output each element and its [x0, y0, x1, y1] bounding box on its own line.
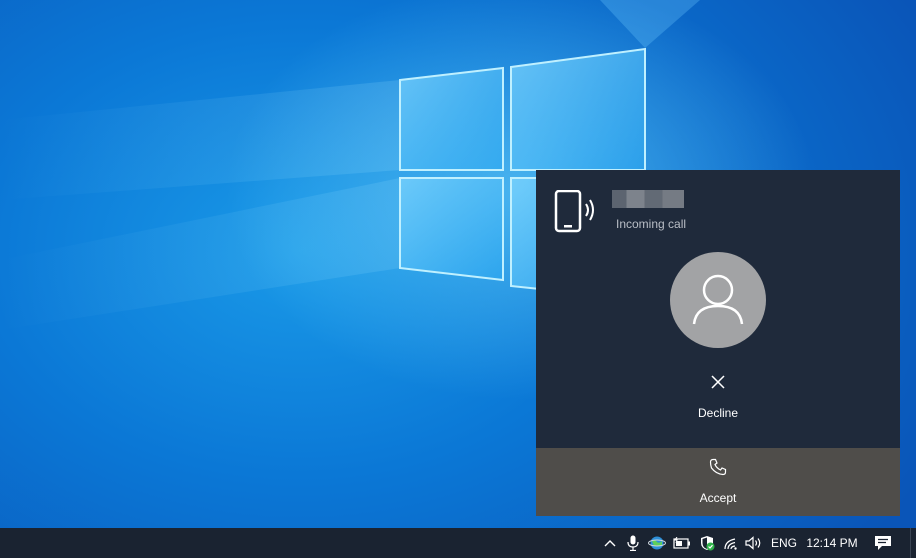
phone-icon: [709, 458, 727, 476]
close-icon: [711, 375, 725, 389]
windows-security-icon: [701, 536, 715, 551]
decline-button[interactable]: Decline: [536, 366, 900, 426]
microphone-icon: [627, 535, 639, 551]
decline-label: Decline: [697, 406, 739, 420]
phone-ringing-icon: [554, 190, 594, 233]
chevron-up-icon: [604, 540, 616, 547]
show-desktop-button[interactable]: [910, 528, 916, 558]
person-icon: [692, 274, 744, 325]
caller-name-redacted: [612, 190, 684, 208]
taskbar: ENG 12:14 PM: [0, 528, 916, 558]
caller-avatar: [670, 252, 766, 348]
network-tray-button[interactable]: [647, 528, 667, 558]
action-center-button[interactable]: [872, 528, 894, 558]
call-status-text: Incoming call: [616, 217, 687, 231]
battery-tray-button[interactable]: [672, 528, 692, 558]
show-hidden-icons-button[interactable]: [600, 528, 620, 558]
accept-button[interactable]: Accept: [536, 448, 900, 516]
volume-tray-button[interactable]: [744, 528, 764, 558]
wifi-icon: [724, 538, 737, 550]
wifi-tray-button[interactable]: [721, 528, 741, 558]
microphone-tray-button[interactable]: [624, 528, 642, 558]
input-language-indicator[interactable]: ENG: [768, 528, 800, 558]
notification-body: Incoming call Decline: [536, 170, 900, 448]
accept-label: Accept: [699, 491, 737, 505]
volume-icon: [745, 536, 761, 550]
incoming-call-notification: Incoming call Decline Accept: [536, 170, 900, 516]
action-center-icon: [875, 536, 891, 550]
battery-icon: [673, 537, 690, 549]
taskbar-clock[interactable]: 12:14 PM: [804, 528, 860, 558]
network-globe-icon: [648, 536, 666, 550]
security-tray-button[interactable]: [697, 528, 717, 558]
